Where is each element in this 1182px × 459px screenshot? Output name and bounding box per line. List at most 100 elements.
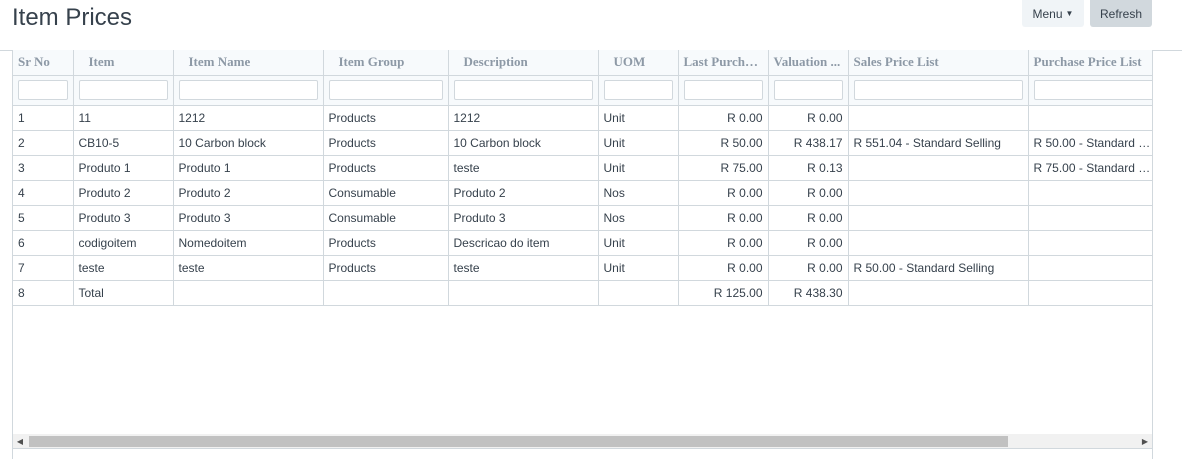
table-cell[interactable]: 6: [13, 230, 74, 256]
table-cell[interactable]: R 0.00: [678, 230, 769, 256]
column-header[interactable]: UOM: [598, 50, 679, 76]
table-cell[interactable]: R 125.00: [678, 280, 769, 306]
scrollbar-thumb[interactable]: [29, 436, 1008, 447]
scroll-left-icon[interactable]: ◀: [13, 434, 27, 448]
table-cell[interactable]: R 0.00: [768, 255, 849, 281]
table-cell[interactable]: Produto 2: [173, 180, 324, 206]
table-cell[interactable]: R 50.00 - Standard Buying: [1028, 130, 1152, 156]
column-filter-input[interactable]: [853, 80, 1023, 100]
table-cell[interactable]: 5: [13, 205, 74, 231]
table-cell[interactable]: R 0.00: [768, 105, 849, 131]
table-cell[interactable]: Consumable: [323, 205, 449, 231]
table-cell[interactable]: [848, 155, 1029, 181]
table-cell[interactable]: [173, 280, 324, 306]
table-cell[interactable]: 8: [13, 280, 74, 306]
table-cell[interactable]: Unit: [598, 230, 679, 256]
table-cell[interactable]: [448, 280, 599, 306]
table-cell[interactable]: R 0.00: [678, 180, 769, 206]
table-cell[interactable]: R 0.00: [678, 255, 769, 281]
column-header[interactable]: Item Group: [323, 50, 449, 76]
table-cell[interactable]: [1028, 205, 1152, 231]
table-cell[interactable]: 10 Carbon block: [173, 130, 324, 156]
table-cell[interactable]: R 0.00: [768, 180, 849, 206]
table-cell[interactable]: [848, 105, 1029, 131]
table-cell[interactable]: Produto 2: [73, 180, 174, 206]
table-cell[interactable]: R 0.00: [768, 230, 849, 256]
column-filter-input[interactable]: [328, 80, 443, 100]
column-filter-input[interactable]: [78, 80, 168, 100]
column-header[interactable]: Item Name: [173, 50, 324, 76]
table-cell[interactable]: R 75.00 - Standard Buying: [1028, 155, 1152, 181]
table-cell[interactable]: [1028, 280, 1152, 306]
table-cell[interactable]: R 438.30: [768, 280, 849, 306]
table-cell[interactable]: [323, 280, 449, 306]
menu-button[interactable]: Menu ▼: [1022, 0, 1084, 27]
table-row[interactable]: 5 Produto 3 Produto 3 Consumable Produto 3 No…: [13, 205, 1152, 231]
column-header[interactable]: Sr No: [13, 50, 74, 76]
table-cell[interactable]: Unit: [598, 255, 679, 281]
column-header[interactable]: Purchase Price List: [1028, 50, 1152, 76]
table-cell[interactable]: Products: [323, 130, 449, 156]
column-filter-input[interactable]: [178, 80, 318, 100]
table-cell[interactable]: R 50.00 - Standard Selling: [848, 255, 1029, 281]
table-cell[interactable]: [848, 280, 1029, 306]
table-cell[interactable]: Produto 3: [448, 205, 599, 231]
column-header[interactable]: Description: [448, 50, 599, 76]
table-row[interactable]: 6 codigoitem Nomedoitem Products Descricao d…: [13, 230, 1152, 256]
table-cell[interactable]: [1028, 230, 1152, 256]
table-cell[interactable]: Products: [323, 255, 449, 281]
column-filter-input[interactable]: [773, 80, 843, 100]
refresh-button[interactable]: Refresh: [1090, 0, 1152, 27]
table-cell[interactable]: teste: [448, 255, 599, 281]
table-cell[interactable]: Unit: [598, 130, 679, 156]
table-cell[interactable]: [1028, 105, 1152, 131]
table-row[interactable]: 7 teste teste Products teste Unit R 0.00 R 0.00…: [13, 255, 1152, 281]
horizontal-scrollbar[interactable]: ◀ ▶: [13, 434, 1152, 448]
table-cell[interactable]: 7: [13, 255, 74, 281]
table-cell[interactable]: Products: [323, 155, 449, 181]
column-filter-input[interactable]: [1033, 80, 1152, 100]
table-row[interactable]: 1 11 1212 Products 1212 Unit R 0.00 R 0.00: [13, 105, 1152, 131]
table-cell[interactable]: [1028, 255, 1152, 281]
table-cell[interactable]: [848, 230, 1029, 256]
table-cell[interactable]: CB10-5: [73, 130, 174, 156]
table-cell[interactable]: Produto 2: [448, 180, 599, 206]
table-cell[interactable]: Nos: [598, 180, 679, 206]
table-row[interactable]: 4 Produto 2 Produto 2 Consumable Produto 2 No…: [13, 180, 1152, 206]
table-cell[interactable]: teste: [73, 255, 174, 281]
table-cell[interactable]: Produto 3: [173, 205, 324, 231]
column-header[interactable]: Last Purchas...: [678, 50, 769, 76]
column-filter-input[interactable]: [683, 80, 763, 100]
table-cell[interactable]: [848, 205, 1029, 231]
column-header[interactable]: Valuation ...: [768, 50, 849, 76]
table-cell[interactable]: teste: [173, 255, 324, 281]
column-filter-input[interactable]: [453, 80, 593, 100]
table-cell[interactable]: R 75.00: [678, 155, 769, 181]
column-filter-input[interactable]: [18, 80, 68, 100]
column-filter-input[interactable]: [603, 80, 673, 100]
table-cell[interactable]: 10 Carbon block: [448, 130, 599, 156]
table-cell[interactable]: Produto 3: [73, 205, 174, 231]
table-row[interactable]: 3 Produto 1 Produto 1 Products teste Unit R 75…: [13, 155, 1152, 181]
table-cell[interactable]: Descricao do item: [448, 230, 599, 256]
scroll-right-icon[interactable]: ▶: [1138, 434, 1152, 448]
table-cell[interactable]: Produto 1: [173, 155, 324, 181]
table-cell[interactable]: Unit: [598, 105, 679, 131]
column-header[interactable]: Sales Price List: [848, 50, 1029, 76]
table-row[interactable]: 8 Total R 125.00 R 438.30: [13, 280, 1152, 306]
table-cell[interactable]: R 0.00: [678, 205, 769, 231]
table-cell[interactable]: teste: [448, 155, 599, 181]
table-cell[interactable]: 3: [13, 155, 74, 181]
table-cell[interactable]: R 0.13: [768, 155, 849, 181]
table-cell[interactable]: Total: [73, 280, 174, 306]
table-cell[interactable]: [848, 180, 1029, 206]
table-cell[interactable]: 1: [13, 105, 74, 131]
table-cell[interactable]: [1028, 180, 1152, 206]
table-cell[interactable]: 4: [13, 180, 74, 206]
table-cell[interactable]: 11: [73, 105, 174, 131]
table-cell[interactable]: R 0.00: [768, 205, 849, 231]
table-cell[interactable]: R 50.00: [678, 130, 769, 156]
table-cell[interactable]: Consumable: [323, 180, 449, 206]
table-cell[interactable]: Produto 1: [73, 155, 174, 181]
table-cell[interactable]: Nomedoitem: [173, 230, 324, 256]
